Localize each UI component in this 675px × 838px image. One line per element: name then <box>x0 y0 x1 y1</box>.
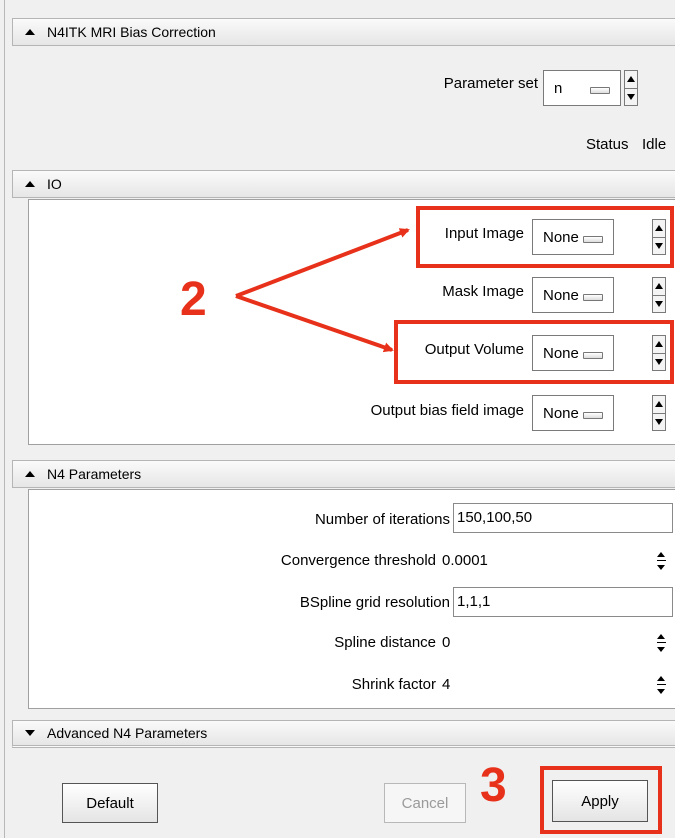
arrow-to-output-volume <box>235 294 394 353</box>
annotation-arrows <box>235 228 410 353</box>
step-2-label: 2 <box>180 273 207 326</box>
arrow-to-input-image <box>235 228 410 298</box>
step-3-label: 3 <box>480 759 507 812</box>
